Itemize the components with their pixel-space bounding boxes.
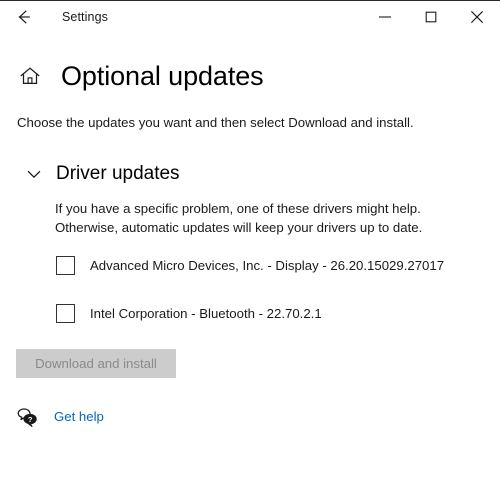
page-header: Optional updates xyxy=(16,59,482,93)
close-button[interactable] xyxy=(454,1,500,33)
driver-updates-section-title: Driver updates xyxy=(56,163,180,184)
minimize-icon xyxy=(374,6,396,28)
svg-text:?: ? xyxy=(28,415,33,424)
get-help-row[interactable]: ? Get help xyxy=(16,406,482,428)
driver-label: Intel Corporation - Bluetooth - 22.70.2.… xyxy=(90,305,322,321)
driver-updates-list: Advanced Micro Devices, Inc. - Display -… xyxy=(56,253,482,325)
chevron-down-icon xyxy=(23,163,45,185)
maximize-button[interactable] xyxy=(408,1,454,33)
maximize-icon xyxy=(420,6,442,28)
get-help-link[interactable]: Get help xyxy=(54,406,104,428)
page-content: Optional updates Choose the updates you … xyxy=(0,33,500,502)
app-title: Settings xyxy=(62,10,108,24)
driver-updates-section-toggle[interactable]: Driver updates xyxy=(23,162,180,186)
page-title: Optional updates xyxy=(61,61,264,91)
back-button[interactable] xyxy=(0,1,46,33)
driver-updates-description-line-2: Otherwise, automatic updates will keep y… xyxy=(55,220,423,235)
minimize-button[interactable] xyxy=(362,1,408,33)
driver-updates-description: If you have a specific problem, one of t… xyxy=(55,199,482,237)
driver-updates-description-line-1: If you have a specific problem, one of t… xyxy=(55,201,421,216)
download-and-install-button[interactable]: Download and install xyxy=(16,349,176,378)
back-arrow-icon xyxy=(12,6,34,28)
list-item[interactable]: Advanced Micro Devices, Inc. - Display -… xyxy=(56,253,482,277)
close-icon xyxy=(466,6,488,28)
help-bubble-icon: ? xyxy=(16,406,38,428)
settings-window: Settings Optional updates Choose the upd… xyxy=(0,0,500,502)
driver-checkbox[interactable] xyxy=(56,303,75,323)
driver-updates-section: Driver updates If you have a specific pr… xyxy=(16,162,482,378)
driver-label: Advanced Micro Devices, Inc. - Display -… xyxy=(90,257,445,273)
page-subtitle: Choose the updates you want and then sel… xyxy=(17,115,414,130)
driver-checkbox[interactable] xyxy=(56,255,75,275)
title-bar: Settings xyxy=(0,1,500,33)
list-item[interactable]: Intel Corporation - Bluetooth - 22.70.2.… xyxy=(56,301,482,325)
home-icon[interactable] xyxy=(17,63,43,89)
